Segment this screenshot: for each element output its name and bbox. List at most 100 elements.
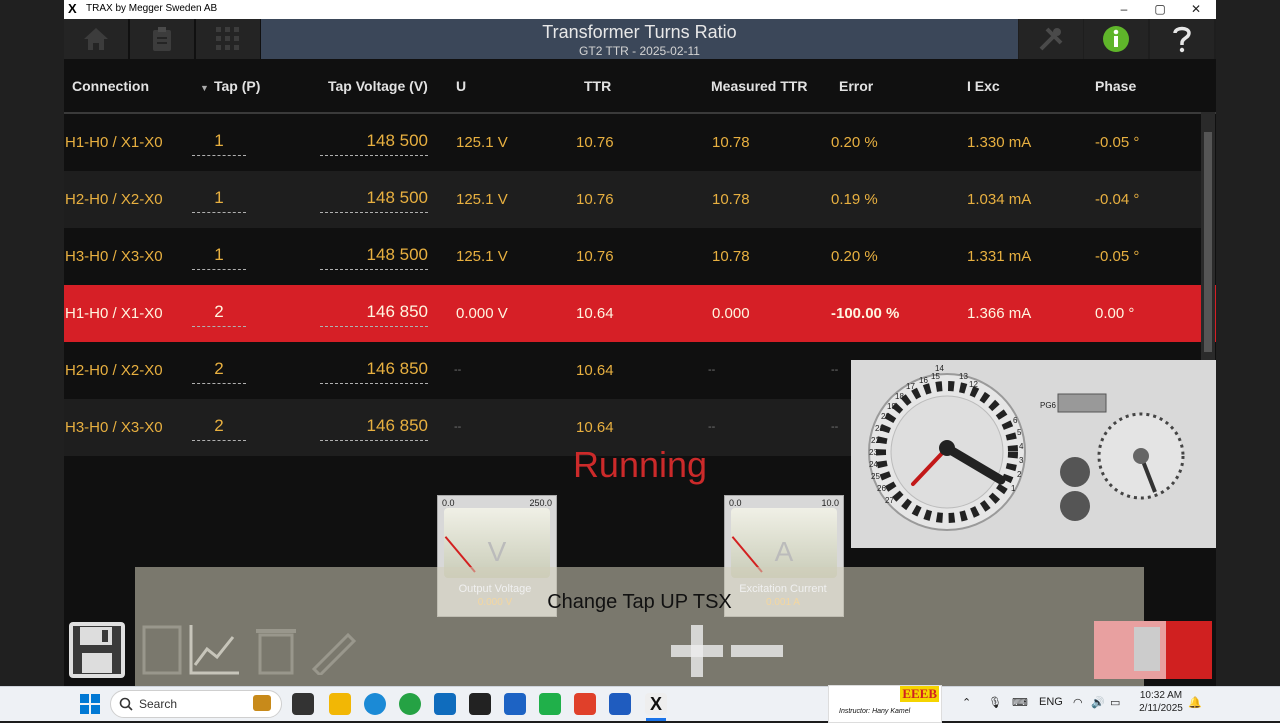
cell-ttr: 10.76: [576, 191, 614, 208]
plus-icon: [671, 625, 723, 677]
word-icon[interactable]: [609, 693, 631, 715]
close-button[interactable]: ✕: [1178, 0, 1214, 19]
dial-label-19: 19: [887, 402, 896, 411]
col-measured-ttr[interactable]: Measured TTR: [711, 78, 807, 94]
home-button[interactable]: [64, 19, 130, 59]
language-indicator[interactable]: ENG: [1039, 696, 1063, 708]
col-u[interactable]: U: [456, 78, 466, 94]
cell-tap[interactable]: 1: [192, 126, 246, 156]
dial-label-6: 6: [1013, 416, 1018, 425]
cell-phase: -0.04 °: [1095, 191, 1140, 208]
sort-desc-icon[interactable]: ▼: [200, 78, 209, 94]
chart-app-icon[interactable]: [504, 693, 526, 715]
dial-label-25: 25: [871, 472, 880, 481]
apps-grid-button[interactable]: [196, 19, 262, 59]
cell-phase: -0.05 °: [1095, 248, 1140, 265]
keyboard-icon[interactable]: ⌨: [1012, 696, 1028, 709]
dial-label-20: 20: [881, 412, 890, 421]
cell-tap-voltage[interactable]: 146 850: [320, 297, 428, 327]
table-row[interactable]: H3-H0 / X3-X0 1 148 500 125.1 V 10.76 10…: [64, 228, 1201, 285]
tap-up-button[interactable]: [669, 623, 725, 679]
taskbar-search[interactable]: Search: [110, 690, 282, 718]
tap-down-button[interactable]: [729, 623, 785, 679]
volume-icon[interactable]: 🔊: [1091, 696, 1105, 709]
table-row[interactable]: H1-H0 / X1-X0 1 148 500 125.1 V 10.76 10…: [64, 114, 1201, 171]
notification-bell-icon[interactable]: 🔔: [1188, 696, 1202, 709]
dial-label-13: 13: [959, 372, 968, 381]
start-button[interactable]: [80, 694, 100, 714]
camtasia-green-icon[interactable]: [539, 693, 561, 715]
help-icon: [1173, 26, 1191, 53]
cell-connection: H2-H0 / X2-X0: [65, 191, 163, 208]
cell-tap-voltage[interactable]: 148 500: [320, 240, 428, 270]
cell-i-exc: 1.331 mA: [967, 248, 1032, 265]
search-placeholder: Search: [139, 697, 178, 711]
cell-tap-voltage[interactable]: 148 500: [320, 126, 428, 156]
col-connection[interactable]: Connection: [72, 78, 149, 94]
cell-tap-voltage[interactable]: 148 500: [320, 183, 428, 213]
cell-measured-ttr: 10.78: [712, 191, 750, 208]
dial-label-26: 26: [877, 484, 886, 493]
col-tap-voltage[interactable]: Tap Voltage (V): [328, 78, 428, 94]
cell-tap[interactable]: 1: [192, 183, 246, 213]
cell-tap[interactable]: 2: [192, 297, 246, 327]
outlook-icon[interactable]: [434, 693, 456, 715]
cell-tap-voltage[interactable]: 146 850: [320, 411, 428, 441]
help-button[interactable]: [1150, 19, 1214, 59]
cell-i-exc: 1.330 mA: [967, 134, 1032, 151]
save-button[interactable]: [67, 621, 127, 679]
cell-i-exc: 1.366 mA: [967, 305, 1032, 322]
cell-tap[interactable]: 2: [192, 354, 246, 384]
dial-label-24: 24: [869, 460, 878, 469]
minimize-button[interactable]: –: [1106, 0, 1142, 19]
task-view-icon[interactable]: [292, 693, 314, 715]
file-explorer-icon[interactable]: [329, 693, 351, 715]
search-icon: [119, 697, 133, 711]
col-ttr[interactable]: TTR: [584, 78, 611, 94]
stop-button[interactable]: [1094, 621, 1212, 679]
cell-ttr: 10.64: [576, 305, 614, 322]
col-tap[interactable]: Tap (P): [214, 78, 260, 94]
chevron-up-icon[interactable]: ⌃: [962, 696, 971, 709]
cell-tap[interactable]: 1: [192, 240, 246, 270]
cell-connection: H3-H0 / X3-X0: [65, 248, 163, 265]
taskbar: Search X EEEB Instructor: Hany Kamel ⌃ 🎙…: [0, 685, 1280, 723]
cell-tap-voltage[interactable]: 146 850: [320, 354, 428, 384]
battery-icon[interactable]: ▭: [1110, 696, 1120, 709]
microphone-icon[interactable]: 🎙: [988, 696, 1002, 709]
instructor-watermark: EEEB Instructor: Hany Kamel: [828, 685, 942, 723]
cell-u: 125.1 V: [456, 248, 508, 265]
dial-label-23: 23: [869, 448, 878, 457]
tap-change-prompt: Output Voltage 0.000 V Excitation Curren…: [135, 567, 1144, 686]
table-row[interactable]: H2-H0 / X2-X0 1 148 500 125.1 V 10.76 10…: [64, 171, 1201, 228]
system-clock[interactable]: 10:32 AM 2/11/2025: [1130, 689, 1192, 715]
camtasia-red-icon[interactable]: [574, 693, 596, 715]
dial-label-17: 17: [906, 382, 915, 391]
capcut-icon[interactable]: [469, 693, 491, 715]
trax-app: Transformer Turns Ratio GT2 TTR - 2025-0…: [64, 19, 1216, 686]
stop-icon: [1134, 627, 1160, 671]
scrollbar-thumb[interactable]: [1204, 132, 1212, 352]
cell-u: 125.1 V: [456, 134, 508, 151]
clock-time: 10:32 AM: [1139, 690, 1183, 701]
cell-u: 0.000 V: [456, 305, 508, 322]
dial-label-22: 22: [871, 436, 880, 445]
table-row-active[interactable]: H1-H0 / X1-X0 2 146 850 0.000 V 10.64 0.…: [64, 285, 1216, 342]
app-header: Transformer Turns Ratio GT2 TTR - 2025-0…: [64, 19, 1216, 59]
cell-measured-ttr: 10.78: [712, 248, 750, 265]
tools-button[interactable]: [1019, 19, 1083, 59]
col-i-exc[interactable]: I Exc: [967, 78, 1000, 94]
cell-tap[interactable]: 2: [192, 411, 246, 441]
col-phase[interactable]: Phase: [1095, 78, 1136, 94]
trax-taskbar-icon[interactable]: X: [645, 693, 667, 715]
instructor-name: Instructor: Hany Kamel: [839, 708, 911, 715]
dial-label-18: 18: [895, 392, 904, 401]
info-button[interactable]: [1084, 19, 1148, 59]
wifi-icon[interactable]: ◠: [1073, 696, 1083, 709]
whatsapp-icon[interactable]: [399, 693, 421, 715]
floppy-disk-icon: [69, 622, 125, 678]
maximize-button[interactable]: ▢: [1142, 0, 1178, 19]
col-error[interactable]: Error: [839, 78, 873, 94]
edge-icon[interactable]: [364, 693, 386, 715]
clipboard-button[interactable]: [130, 19, 196, 59]
